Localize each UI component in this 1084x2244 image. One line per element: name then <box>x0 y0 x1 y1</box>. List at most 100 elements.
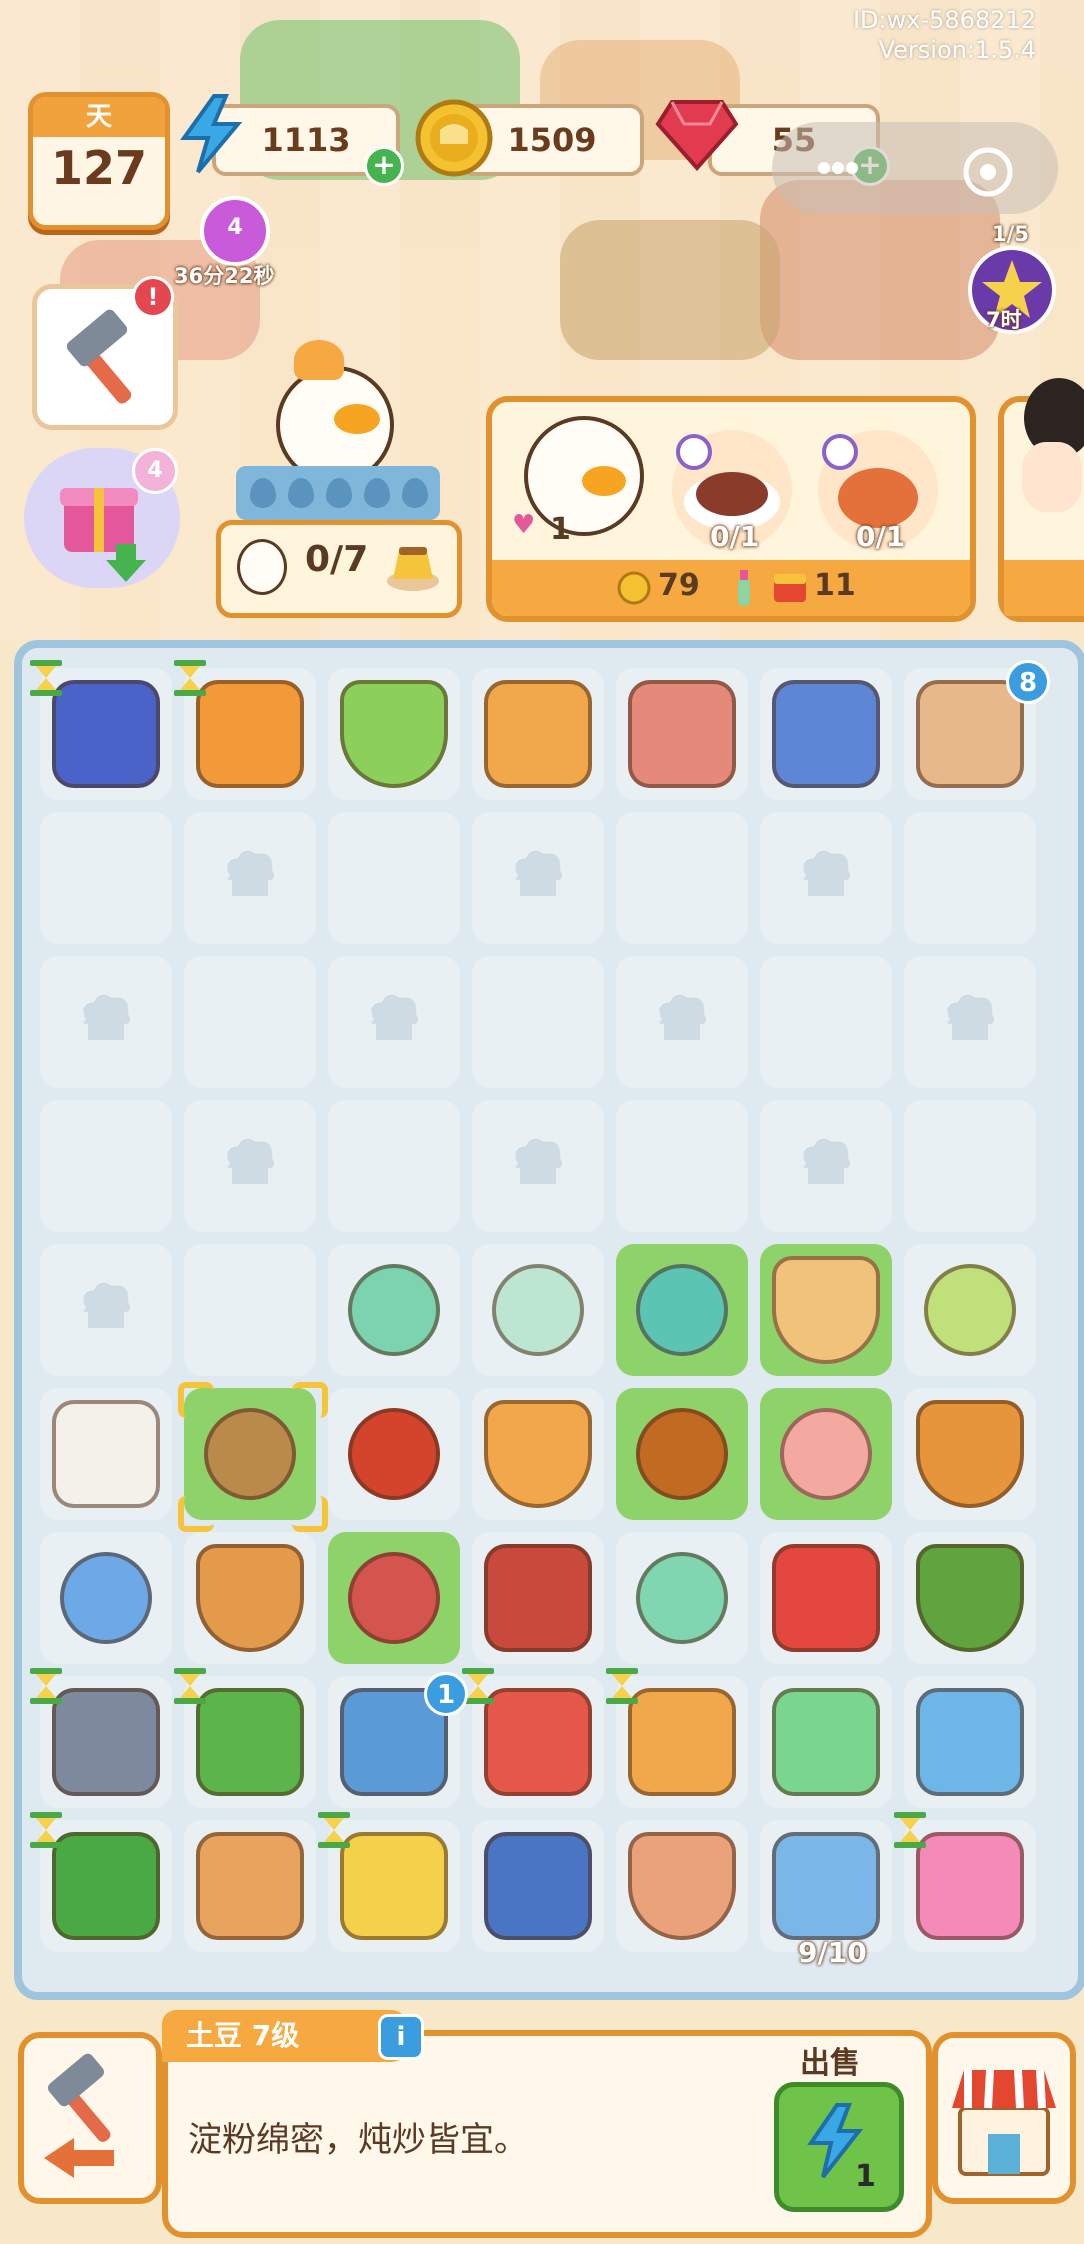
pizza-cutter-icon <box>916 680 1024 788</box>
board-cell-empty[interactable] <box>760 1100 892 1232</box>
board-cell-empty[interactable] <box>472 812 604 944</box>
board-cell-noodle-cup[interactable] <box>472 1388 604 1520</box>
board-cell-spice-jar[interactable] <box>760 1676 892 1808</box>
board-cell-empty[interactable] <box>328 812 460 944</box>
board-cell-blue-fish[interactable] <box>40 1532 172 1664</box>
board-cell-empty[interactable] <box>760 956 892 1088</box>
potato-icon <box>204 1408 296 1500</box>
board-cell-sauce-ladle[interactable] <box>616 1388 748 1520</box>
chef-hat-icon <box>83 994 131 1040</box>
board-cell-empty[interactable] <box>472 1100 604 1232</box>
board-cell-green-dumpling[interactable] <box>904 1244 1036 1376</box>
mailbox-machine-icon <box>52 680 160 788</box>
board-cell-open-oyster[interactable] <box>472 1244 604 1376</box>
board-cell-empty[interactable] <box>184 1244 316 1376</box>
energy-timer-badge[interactable]: 4 <box>200 196 270 266</box>
board-cell-chicken-breast[interactable] <box>760 1388 892 1520</box>
ice-cooler-icon <box>916 1688 1024 1796</box>
more-menu-button[interactable] <box>816 160 860 176</box>
tools-back-button[interactable] <box>18 2032 162 2204</box>
board-cell-empty[interactable] <box>904 956 1036 1088</box>
board-cell-empty[interactable] <box>184 956 316 1088</box>
board-cell-empty[interactable] <box>904 812 1036 944</box>
chicken-breast-icon <box>780 1408 872 1500</box>
board-cell-flour-bag[interactable] <box>40 1388 172 1520</box>
board-cell-empty[interactable] <box>328 1100 460 1232</box>
hourglass-icon <box>30 660 62 696</box>
board-cell-empty[interactable] <box>616 956 748 1088</box>
next-customer-card[interactable] <box>998 378 1084 622</box>
board-cell-green-clam[interactable] <box>328 1244 460 1376</box>
board-cell-microwave[interactable] <box>894 1812 1036 1952</box>
hourglass-icon <box>894 1812 926 1848</box>
board-cell-empty[interactable] <box>40 812 172 944</box>
board-cell-salad-basket[interactable] <box>184 1532 316 1664</box>
board-cell-empty[interactable] <box>40 956 172 1088</box>
target-icon <box>963 147 1013 197</box>
board-cell-soup-cup[interactable] <box>904 1388 1036 1520</box>
board-cell-fryer-machine[interactable] <box>462 1668 604 1808</box>
raw-steak-icon <box>348 1552 440 1644</box>
heart-icon: ♥ <box>512 510 536 540</box>
board-cell-raw-steak[interactable] <box>328 1532 460 1664</box>
chef-hat-icon <box>803 850 851 896</box>
board-cell-chopping-station[interactable] <box>606 1668 748 1808</box>
board-cell-blender[interactable] <box>318 1812 460 1952</box>
customer-order-card[interactable]: ♥ 1 0/1 0/1 79 11 <box>486 396 976 622</box>
board-cell-empty[interactable] <box>184 812 316 944</box>
hourglass-icon <box>174 660 206 696</box>
green-clam-icon <box>348 1264 440 1356</box>
board-cell-blue-crab[interactable] <box>616 1244 748 1376</box>
selection-corner-tr <box>292 1382 328 1418</box>
chef-hat-icon <box>227 1138 275 1184</box>
board-cell-empty[interactable] <box>40 1244 172 1376</box>
board-cell-rice-bowl[interactable] <box>760 1244 892 1376</box>
wine-rack-icon <box>196 1832 304 1940</box>
display-fridge-icon <box>484 1832 592 1940</box>
board-cell-empty[interactable] <box>328 956 460 1088</box>
board-cell-empty[interactable] <box>904 1100 1036 1232</box>
board-cell-grill-tray[interactable] <box>30 1668 172 1808</box>
flour-bag-icon <box>52 1400 160 1508</box>
customer-hearts: 1 <box>550 512 571 547</box>
board-cell-empty[interactable] <box>616 1100 748 1232</box>
board-cell-juicer-machine[interactable] <box>760 668 892 800</box>
juicer-machine-icon <box>772 680 880 788</box>
veggie-bowl-icon <box>340 680 448 788</box>
gift-count-badge: 4 <box>132 448 178 494</box>
board-cell-berry-bowl[interactable] <box>904 1532 1036 1664</box>
chef-progress-panel[interactable]: 0/7 <box>216 520 462 618</box>
shop-button[interactable] <box>932 2032 1076 2204</box>
board-cell-empty[interactable] <box>184 1100 316 1232</box>
close-program-button[interactable] <box>960 144 1016 200</box>
board-cell-empty[interactable] <box>40 1100 172 1232</box>
board-cell-mailbox-machine[interactable] <box>30 660 172 800</box>
hourglass-icon <box>174 1668 206 1704</box>
board-cell-pork-belly[interactable] <box>472 1532 604 1664</box>
board-cell-fruit-crates[interactable] <box>472 668 604 800</box>
hourglass-icon <box>606 1668 638 1704</box>
board-cell-double-stove[interactable] <box>30 1812 172 1952</box>
board-cell-cutting-board-station[interactable] <box>174 660 316 800</box>
board-cell-blue-fridge[interactable] <box>760 1820 892 1952</box>
board-cell-noodle-bowl[interactable] <box>616 1820 748 1952</box>
board-cell-display-fridge[interactable] <box>472 1820 604 1952</box>
star-progress: 1/5 <box>992 222 1029 246</box>
board-cell-empty[interactable] <box>616 812 748 944</box>
info-button[interactable]: i <box>378 2014 424 2060</box>
add-energy-button[interactable]: + <box>364 146 404 186</box>
board-cell-empty[interactable] <box>760 812 892 944</box>
board-cell-cola-can[interactable] <box>760 1532 892 1664</box>
board-cell-meat-showcase[interactable] <box>616 668 748 800</box>
board-cell-wine-rack[interactable] <box>184 1820 316 1952</box>
day-counter[interactable]: 天 127 <box>28 92 170 230</box>
board-cell-steamer-pot[interactable] <box>174 1668 316 1808</box>
rice-bowl-icon <box>772 1256 880 1364</box>
board-cell-ice-cooler[interactable] <box>904 1676 1036 1808</box>
fridge-capacity: 9/10 <box>798 1936 867 1969</box>
board-cell-veggie-bowl[interactable] <box>328 668 460 800</box>
board-cell-meatballs[interactable] <box>328 1388 460 1520</box>
board-cell-empty[interactable] <box>472 956 604 1088</box>
sell-button[interactable]: 1 <box>774 2082 904 2212</box>
board-cell-shrimp[interactable] <box>616 1532 748 1664</box>
